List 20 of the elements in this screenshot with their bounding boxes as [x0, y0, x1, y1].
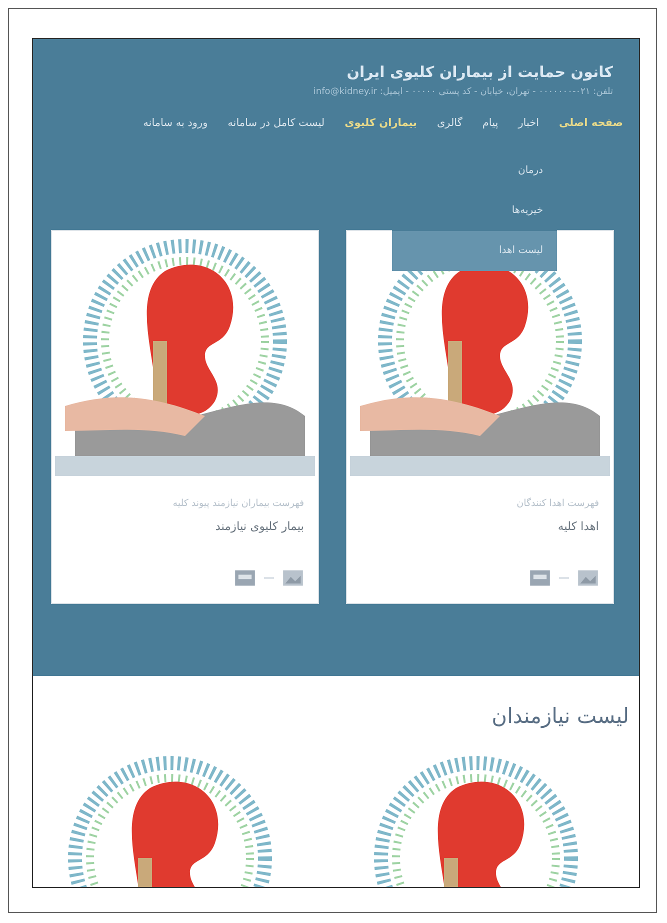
site-title: کانون حمایت از بیماران کلیوی ایران: [346, 63, 614, 81]
card-category: فهرست اهدا کنندگان: [516, 498, 599, 509]
image-icon: [282, 569, 304, 587]
card-category: فهرست بیماران نیازمند پیوند کلیه: [172, 498, 304, 509]
dropdown-item[interactable]: لیست اهدا: [392, 231, 557, 271]
card-title: بیمار کلیوی نیازمند: [214, 519, 304, 533]
image-icon: [577, 569, 599, 587]
nav-link[interactable]: بیماران کلیوی: [344, 117, 417, 129]
card-title: اهدا کلیه: [556, 519, 599, 533]
nav-link[interactable]: لیست کامل در سامانه: [228, 117, 325, 129]
nav-link[interactable]: ورود به سامانه: [143, 117, 208, 129]
section-heading: لیست نیازمندان: [490, 704, 629, 728]
nav-link[interactable]: گالری: [436, 117, 462, 129]
card[interactable]: فهرست بیماران نیازمند پیوند کلیه بیمار کلیوی نیازمند: [51, 230, 319, 604]
dropdown-item[interactable]: درمان: [392, 151, 557, 191]
nav-link[interactable]: پیام: [482, 117, 498, 129]
nav-link[interactable]: صفحه اصلی: [559, 117, 623, 129]
site-subtitle: تلفن: ۰۲۱-۰۰۰۰۰۰۰ - تهران، خیابان - کد پستی ۰۰۰۰۰ - ایمیل: info@kidney.ir: [312, 87, 614, 97]
dropdown-item[interactable]: خیریه‌ها: [392, 191, 557, 231]
nav-link[interactable]: اخبار: [518, 117, 540, 129]
